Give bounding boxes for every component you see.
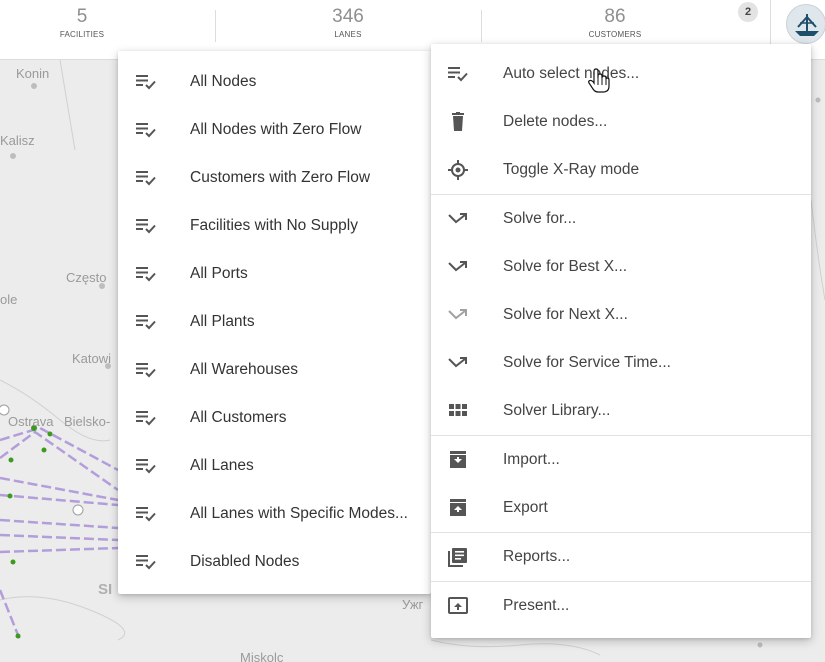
map-label-czestochowa: Często [66, 270, 107, 285]
map-label-opole: ole [0, 292, 18, 307]
right-item-delete-nodes[interactable]: Delete nodes... [431, 98, 811, 146]
map-label-kalisz: Kalisz [0, 133, 35, 148]
grid-icon [447, 401, 469, 421]
right-item-import[interactable]: Import... [431, 436, 811, 484]
stat-customers-label: CUSTOMERS [588, 30, 642, 39]
notification-badge[interactable]: 2 [738, 2, 758, 22]
left-item-facilities-with-no-supply[interactable]: Facilities with No Supply [118, 202, 431, 250]
left-item-all-lanes[interactable]: All Lanes [118, 442, 431, 490]
playlist-check-icon [135, 360, 157, 380]
left-item-label: All Customers [190, 409, 287, 426]
stat-customers-value: 86 [604, 6, 626, 27]
trash-icon [447, 112, 469, 132]
map-label-uzhhorod: Ужг [402, 597, 424, 612]
left-item-customers-with-zero-flow[interactable]: Customers with Zero Flow [118, 154, 431, 202]
right-item-present[interactable]: Present... [431, 582, 811, 630]
left-item-label: All Nodes with Zero Flow [190, 121, 362, 138]
right-item-label: Present... [503, 597, 570, 614]
stat-lanes-label: LANES [334, 30, 362, 39]
left-item-all-plants[interactable]: All Plants [118, 298, 431, 346]
playlist-check-icon [135, 216, 157, 236]
trend-arrow-icon [447, 353, 469, 373]
trend-arrow-icon [447, 257, 469, 277]
right-item-solve-for[interactable]: Solve for... [431, 195, 811, 243]
stat-lanes[interactable]: 346 LANES [268, 6, 428, 39]
right-item-export[interactable]: Export [431, 484, 811, 532]
stat-facilities-value: 5 [76, 6, 88, 27]
library-books-icon [447, 547, 469, 567]
import-tray-icon [447, 450, 469, 470]
playlist-check-icon [135, 168, 157, 188]
right-item-label: Import... [503, 451, 560, 468]
right-item-reports[interactable]: Reports... [431, 533, 811, 581]
left-item-all-nodes-with-zero-flow[interactable]: All Nodes with Zero Flow [118, 106, 431, 154]
right-item-auto-select-nodes[interactable]: Auto select nodes... [431, 50, 811, 98]
right-item-label: Solve for... [503, 210, 577, 227]
left-item-all-warehouses[interactable]: All Warehouses [118, 346, 431, 394]
trend-arrow-icon [447, 209, 469, 229]
right-item-toggle-x-ray-mode[interactable]: Toggle X-Ray mode [431, 146, 811, 194]
left-item-all-lanes-with-specific-modes[interactable]: All Lanes with Specific Modes... [118, 490, 431, 538]
right-item-label: Solve for Best X... [503, 258, 628, 275]
right-item-solve-for-best-x[interactable]: Solve for Best X... [431, 243, 811, 291]
header-divider [215, 10, 216, 42]
stat-facilities[interactable]: 5 FACILITIES [2, 6, 162, 39]
left-item-label: Facilities with No Supply [190, 217, 358, 234]
left-item-label: Customers with Zero Flow [190, 169, 371, 186]
map-label-katowice: Katowi [72, 351, 112, 366]
header-divider [481, 10, 482, 42]
left-item-label: All Warehouses [190, 361, 298, 378]
playlist-check-icon [135, 456, 157, 476]
crosshair-icon [447, 160, 469, 180]
right-item-solver-library[interactable]: Solver Library... [431, 387, 811, 435]
left-item-all-customers[interactable]: All Customers [118, 394, 431, 442]
playlist-check-icon [135, 312, 157, 332]
stat-customers[interactable]: 86 CUSTOMERS [535, 6, 695, 39]
playlist-check-icon [135, 120, 157, 140]
right-item-solve-for-next-x[interactable]: Solve for Next X... [431, 291, 811, 339]
right-item-label: Delete nodes... [503, 113, 608, 130]
left-item-label: All Nodes [190, 73, 257, 90]
ship-wheel-logo-icon [786, 4, 825, 44]
playlist-check-icon [135, 72, 157, 92]
left-item-all-nodes[interactable]: All Nodes [118, 58, 431, 106]
playlist-check-icon [135, 408, 157, 428]
present-to-all-icon [447, 596, 469, 616]
right-item-label: Toggle X-Ray mode [503, 161, 640, 178]
export-tray-icon [447, 498, 469, 518]
map-label-sk: SI [98, 581, 113, 598]
playlist-check-icon [135, 264, 157, 284]
right-item-label: Reports... [503, 548, 571, 565]
map-context-menu: Auto select nodes... Delete nodes... Toggl… [431, 44, 811, 638]
map-label-miskolc: Miskolc [240, 650, 284, 662]
right-item-solve-for-service-time[interactable]: Solve for Service Time... [431, 339, 811, 387]
stat-facilities-label: FACILITIES [59, 30, 105, 39]
left-item-label: All Plants [190, 313, 255, 330]
left-item-label: All Lanes with Specific Modes... [190, 505, 408, 522]
playlist-check-icon [135, 504, 157, 524]
right-item-label: Solver Library... [503, 402, 611, 419]
right-item-label: Auto select nodes... [503, 65, 640, 82]
auto-select-submenu: All Nodes All Nodes with Zero Flow Custome… [118, 51, 431, 594]
left-item-label: All Lanes [190, 457, 254, 474]
map-label-ostrava: Ostrava [8, 414, 54, 429]
left-item-disabled-nodes[interactable]: Disabled Nodes [118, 538, 431, 586]
right-item-label: Solve for Service Time... [503, 354, 671, 371]
trend-arrow-icon [447, 305, 469, 325]
left-item-label: Disabled Nodes [190, 553, 300, 570]
left-item-label: All Ports [190, 265, 248, 282]
hand-cursor-icon [588, 68, 610, 94]
map-label-bielsko: Bielsko- [64, 414, 111, 429]
right-item-label: Solve for Next X... [503, 306, 628, 323]
playlist-check-icon [135, 552, 157, 572]
map-label-konin: Konin [16, 66, 50, 81]
right-item-label: Export [503, 499, 548, 516]
playlist-check-icon [447, 64, 469, 84]
left-item-all-ports[interactable]: All Ports [118, 250, 431, 298]
stat-lanes-value: 346 [332, 6, 364, 27]
